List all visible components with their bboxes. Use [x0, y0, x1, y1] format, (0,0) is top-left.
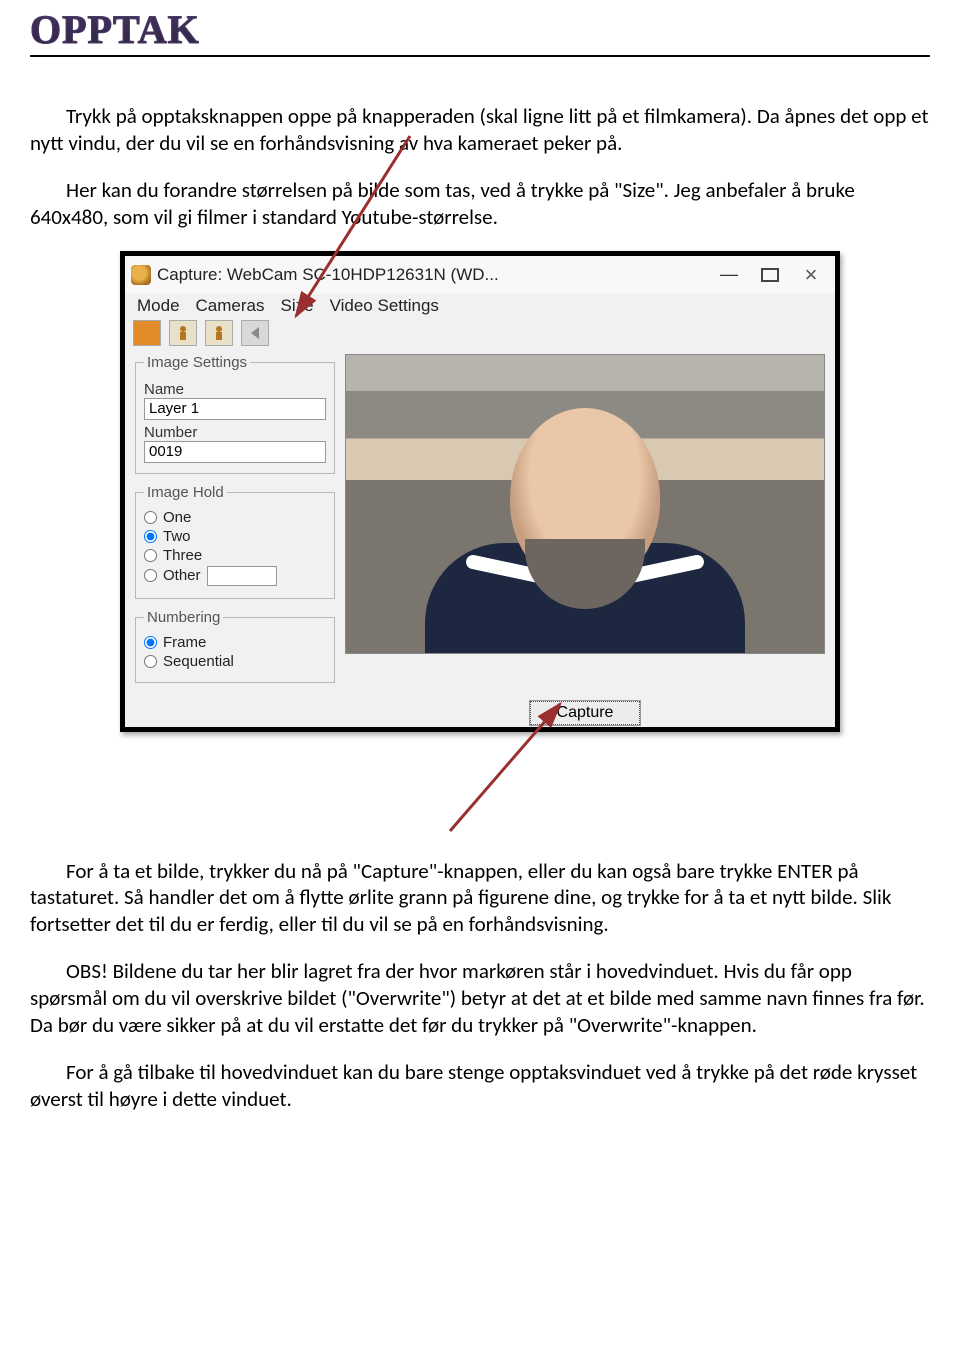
radio-one[interactable] — [144, 511, 157, 524]
radio-other-label: Other — [163, 567, 201, 584]
numbering-legend: Numbering — [144, 609, 223, 626]
webcam-preview — [345, 354, 825, 654]
radio-two[interactable] — [144, 530, 157, 543]
titlebar: Capture: WebCam SC-10HDP12631N (WD... — … — [125, 256, 835, 294]
image-settings-legend: Image Settings — [144, 354, 250, 371]
maximize-button[interactable] — [761, 268, 779, 282]
title-divider — [30, 55, 930, 57]
image-hold-legend: Image Hold — [144, 484, 227, 501]
capture-button[interactable]: Capture — [530, 701, 641, 725]
toolbar-btn-4[interactable] — [241, 320, 269, 346]
numbering-group: Numbering Frame Sequential — [135, 609, 335, 683]
toolbar-btn-1[interactable] — [133, 320, 161, 346]
radio-frame-label: Frame — [163, 634, 206, 651]
window-title: Capture: WebCam SC-10HDP12631N (WD... — [157, 265, 717, 285]
radio-three-label: Three — [163, 547, 202, 564]
capture-window: Capture: WebCam SC-10HDP12631N (WD... — … — [120, 251, 840, 732]
toolbar-btn-2[interactable] — [169, 320, 197, 346]
menubar: Mode Cameras Size Video Settings — [125, 294, 835, 320]
radio-three[interactable] — [144, 549, 157, 562]
number-label: Number — [144, 424, 326, 441]
arrow-left-icon — [247, 325, 263, 341]
page-title: OPPTAK — [30, 6, 930, 53]
toolbar-btn-3[interactable] — [205, 320, 233, 346]
minimize-button[interactable]: — — [717, 265, 741, 285]
image-hold-group: Image Hold One Two Three Other — [135, 484, 335, 599]
number-input[interactable] — [144, 441, 326, 463]
paragraph-5: For å gå tilbake til hovedvinduet kan du… — [30, 1059, 930, 1113]
name-input[interactable] — [144, 398, 326, 420]
paragraph-4: OBS! Bildene du tar her blir lagret fra … — [30, 958, 930, 1039]
paragraph-2: Her kan du forandre størrelsen på bilde … — [30, 177, 930, 231]
radio-one-label: One — [163, 509, 191, 526]
radio-other[interactable] — [144, 569, 157, 582]
menu-mode[interactable]: Mode — [131, 296, 186, 316]
toolbar — [125, 320, 835, 354]
name-label: Name — [144, 381, 326, 398]
capture-window-screenshot: Capture: WebCam SC-10HDP12631N (WD... — … — [120, 251, 840, 732]
app-icon — [131, 265, 151, 285]
menu-cameras[interactable]: Cameras — [190, 296, 271, 316]
paragraph-1: Trykk på opptaksknappen oppe på knappera… — [30, 103, 930, 157]
radio-sequential-label: Sequential — [163, 653, 234, 670]
image-settings-group: Image Settings Name Number — [135, 354, 335, 474]
radio-frame[interactable] — [144, 636, 157, 649]
menu-size[interactable]: Size — [275, 296, 320, 316]
close-button[interactable]: × — [799, 265, 823, 285]
left-panel: Image Settings Name Number Image Hold On… — [135, 354, 335, 683]
paragraph-3: For å ta et bilde, trykker du nå på "Cap… — [30, 858, 930, 939]
other-value-input[interactable] — [207, 566, 277, 586]
radio-sequential[interactable] — [144, 655, 157, 668]
menu-video-settings[interactable]: Video Settings — [324, 296, 445, 316]
figure-icon — [175, 325, 191, 341]
radio-two-label: Two — [163, 528, 191, 545]
figure-icon — [211, 325, 227, 341]
